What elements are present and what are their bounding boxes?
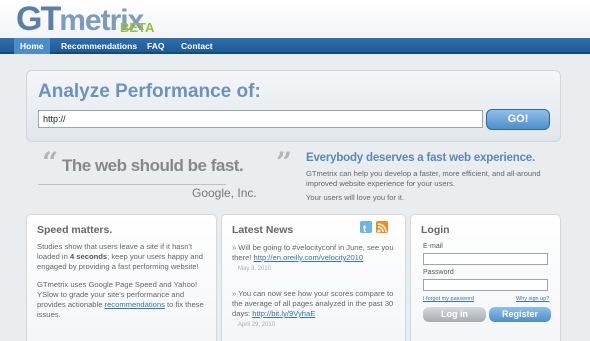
speed-paragraph-1: Studies show that users leave a site if … (37, 242, 209, 272)
quote-author: Google, Inc. (192, 186, 257, 200)
speed-panel: Speed matters. Studies show that users l… (26, 214, 217, 341)
login-button[interactable]: Log in (423, 307, 486, 322)
news-item: » You can now see how your scores compare… (232, 289, 397, 330)
recommendations-link[interactable]: recommendations (105, 300, 165, 309)
news-item-date: May 3, 2010 (238, 266, 272, 272)
forgot-password-link[interactable]: I forgot my password (423, 296, 474, 302)
bullet-icon: » (232, 243, 237, 252)
login-title: Login (421, 224, 450, 236)
email-field[interactable] (423, 253, 548, 265)
news-item-date: April 29, 2010 (238, 322, 276, 328)
news-item-link[interactable]: http://en.oreilly.com/velocity2010 (254, 253, 364, 262)
email-label: E-mail (423, 243, 443, 250)
bullet-icon: » (232, 289, 237, 298)
nav-item-home[interactable]: Home (14, 38, 50, 54)
news-item-link[interactable]: http://bit.ly/9VyhaE (252, 309, 315, 318)
gtmetrix-logo[interactable]: GTmetrix BETA (16, 0, 154, 38)
speed-p1-bold: 4 seconds (69, 252, 108, 261)
password-field[interactable] (423, 279, 548, 291)
news-item: » Will be going to #velocityconf in June,… (232, 243, 397, 274)
speed-paragraph-2: GTmetrix uses Google Page Speed and Yaho… (37, 280, 209, 320)
url-input[interactable] (38, 110, 483, 128)
site-header: GTmetrix BETA (0, 0, 590, 38)
beta-label: BETA (120, 20, 155, 35)
nav-item-recommendations[interactable]: Recommendations (61, 38, 137, 54)
quote-divider (38, 184, 226, 185)
quote-block: “ The web should be fast. ” Google, Inc. (38, 146, 296, 204)
speed-text: Studies show that users leave a site if … (37, 242, 209, 328)
analyze-title: Analyze Performance of: (38, 81, 261, 102)
main-nav: Home Recommendations FAQ Contact (0, 38, 590, 54)
nav-item-contact[interactable]: Contact (181, 38, 213, 54)
tagline-extra: Your users will love you for it. (306, 193, 405, 202)
tagline-block: Everybody deserves a fast web experience… (306, 152, 566, 202)
quote-text: The web should be fast. (62, 156, 244, 175)
password-label: Password (423, 269, 454, 276)
login-panel: Login E-mail Password I forgot my passwo… (410, 214, 561, 341)
tagline-body: GTmetrix can help you develop a faster, … (306, 169, 541, 188)
register-button[interactable]: Register (489, 307, 551, 322)
logo-gt: GT (16, 0, 61, 38)
svg-text:t: t (363, 224, 367, 234)
open-quote-mark: “ (42, 146, 59, 179)
go-button[interactable]: GO! (486, 109, 550, 130)
twitter-icon[interactable]: t (360, 221, 372, 235)
tagline-title: Everybody deserves a fast web experience… (306, 152, 535, 164)
why-sign-up-link[interactable]: Why sign up? (516, 296, 549, 302)
close-quote-mark: ” (276, 146, 293, 179)
analyze-panel: Analyze Performance of: GO! (26, 70, 561, 142)
news-panel: Latest News t » Will be going to #velocit… (221, 214, 406, 341)
news-title: Latest News (232, 224, 294, 236)
nav-item-faq[interactable]: FAQ (147, 38, 164, 54)
rss-icon[interactable] (376, 221, 388, 233)
speed-title: Speed matters. (37, 224, 113, 236)
